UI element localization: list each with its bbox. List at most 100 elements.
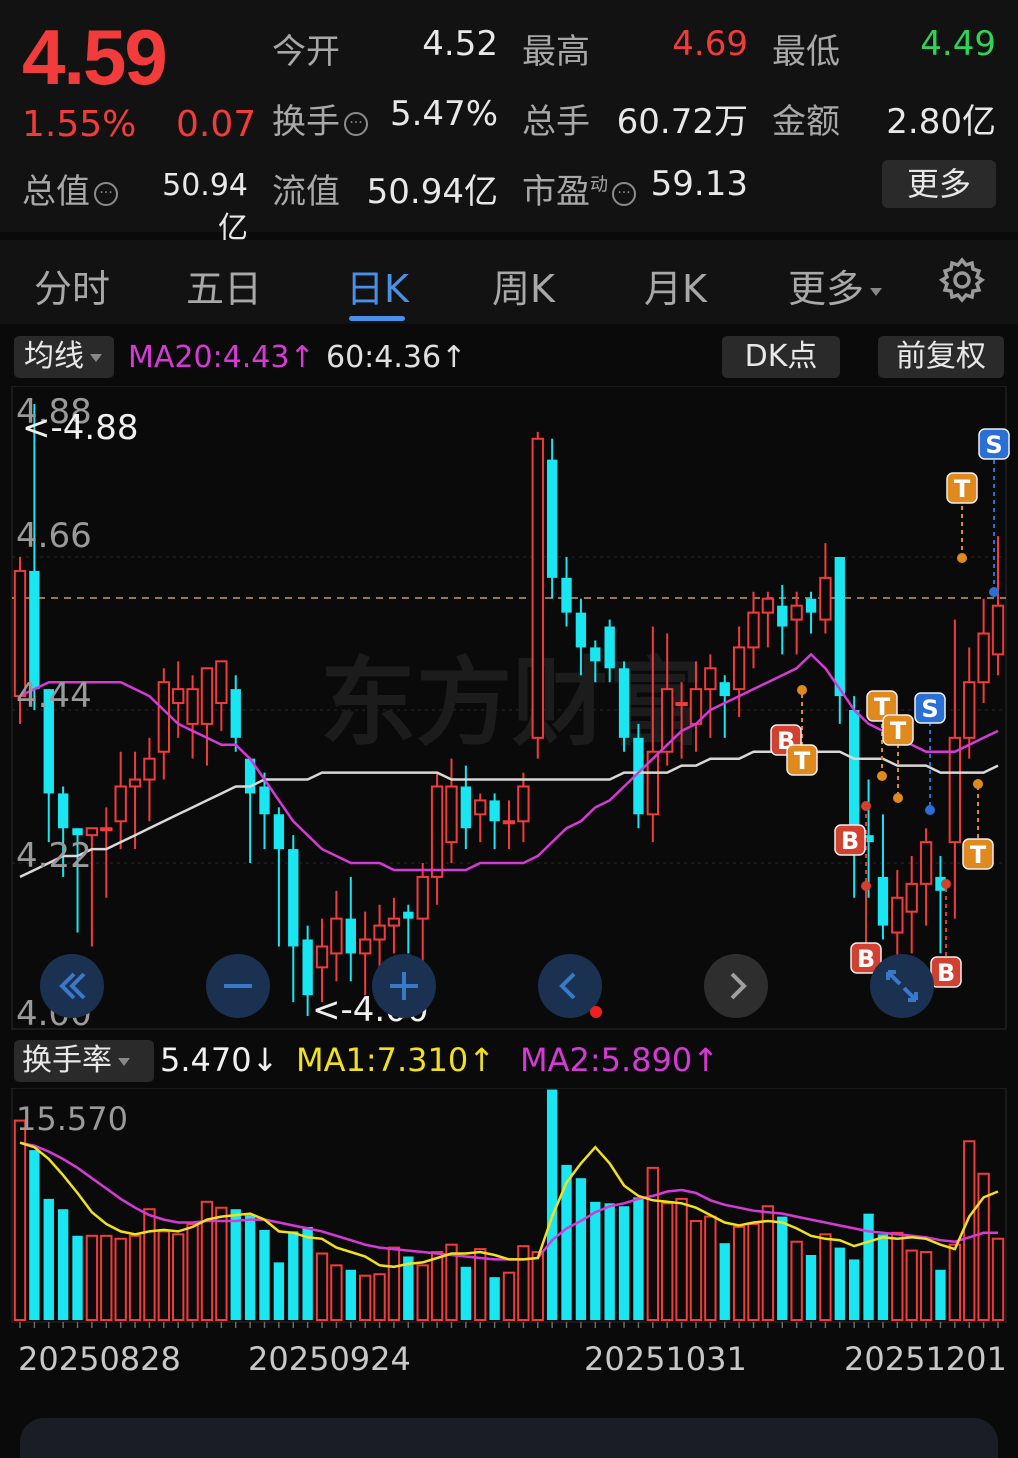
low-value: 4.49 <box>920 24 996 64</box>
turnover-bar <box>172 1233 185 1321</box>
double-left-icon[interactable] <box>40 954 104 1018</box>
volume-value: 60.72万 <box>616 102 748 142</box>
turnover-bar <box>302 1226 313 1320</box>
turnover-bar <box>935 1269 946 1320</box>
turnover-bar <box>403 1256 414 1320</box>
turnover-bar <box>675 1197 688 1321</box>
dk-badge-label: B <box>841 827 859 855</box>
indicator-select[interactable]: 均线 <box>14 336 114 378</box>
turnover-bar <box>661 1202 674 1321</box>
turnover-bar <box>919 1251 933 1321</box>
pe-value: 59.13 <box>650 164 748 204</box>
candle-body <box>172 688 185 705</box>
turnover-label: 换手 ··· <box>272 94 368 143</box>
candle-body <box>445 785 458 844</box>
candle-body <box>302 939 313 996</box>
turnover-bar <box>877 1234 889 1320</box>
fullscreen-icon[interactable] <box>870 954 934 1018</box>
tab-daily-k[interactable]: 日K <box>346 258 409 313</box>
adjust-button[interactable]: 前复权 <box>878 336 1004 378</box>
dk-dot <box>957 553 967 563</box>
candle-body <box>288 849 299 947</box>
change-percent: 1.55% <box>22 104 137 145</box>
turnover-bar <box>732 1225 746 1321</box>
date-label: 20250924 <box>248 1340 411 1378</box>
turnover-bar <box>474 1248 487 1321</box>
change-amount: 0.07 <box>176 104 257 145</box>
turnover-bar <box>215 1206 228 1321</box>
candle-body <box>489 800 500 822</box>
date-label: 20251031 <box>584 1340 747 1378</box>
dk-point-button[interactable]: DK点 <box>722 336 840 378</box>
candle-body <box>590 647 601 662</box>
tab-intraday[interactable]: 分时 <box>34 258 110 313</box>
candle-body <box>330 917 343 955</box>
y-axis-label: 4.22 <box>16 836 92 876</box>
turnover-bar <box>373 1273 386 1321</box>
candle-body <box>919 841 933 885</box>
turnover-bar <box>848 1259 860 1320</box>
candle-body <box>416 875 429 920</box>
turnover-bar <box>186 1222 199 1321</box>
turnover-chart[interactable] <box>0 1088 1018 1336</box>
turnover-bar <box>704 1215 717 1322</box>
candle-body <box>891 896 904 934</box>
watermark: 东方财富 <box>320 647 704 759</box>
turnover-bar <box>531 1251 544 1321</box>
amount-value: 2.80亿 <box>886 102 996 142</box>
candle-body <box>57 793 69 829</box>
right-icon[interactable] <box>704 954 768 1018</box>
high-value: 4.69 <box>672 24 748 64</box>
turnover-bar <box>590 1201 601 1320</box>
tab-weekly-k[interactable]: 周K <box>492 258 555 313</box>
turnover-bar <box>430 1251 444 1321</box>
info-dots-icon[interactable]: ··· <box>94 181 118 206</box>
info-dots-icon[interactable]: ··· <box>344 111 368 136</box>
new-signal-dot <box>590 1006 602 1018</box>
candle-body <box>517 785 530 823</box>
max-price-marker: <-4.88 <box>22 408 139 448</box>
candle-body <box>777 605 788 627</box>
ma2-readout: MA2:5.890↑ <box>520 1041 720 1079</box>
candle-body <box>128 778 142 788</box>
turnover-bar <box>244 1215 256 1320</box>
turnover-bar <box>604 1203 615 1320</box>
candle-body <box>345 918 356 954</box>
sub-indicator-select[interactable]: 换手率 <box>14 1040 154 1082</box>
candle-body <box>273 814 285 850</box>
turnover-bar <box>43 1198 54 1320</box>
tab-monthly-k[interactable]: 月K <box>644 258 707 313</box>
y-axis-label: 4.44 <box>16 676 92 716</box>
candle-body <box>963 681 976 739</box>
turnover-bar <box>502 1271 516 1322</box>
zoom-out-icon[interactable] <box>206 954 270 1018</box>
turnover-bar <box>790 1240 803 1322</box>
candle-body <box>373 924 386 941</box>
candle-body <box>948 736 962 844</box>
candle-body <box>259 786 270 815</box>
more-button[interactable]: 更多 <box>882 160 996 208</box>
candle-body <box>474 799 487 816</box>
turnover-bar <box>358 1274 372 1321</box>
ma1-readout: MA1:7.310↑ <box>296 1041 496 1079</box>
candle-body <box>85 827 99 837</box>
candle-body <box>719 682 730 697</box>
candle-body <box>387 917 401 927</box>
kline-chart[interactable]: 东方财富 BTBTTSB BTTS <box>0 386 1018 1030</box>
candle-body <box>29 570 40 690</box>
candle-body <box>546 459 558 578</box>
float-label: 流值 <box>272 172 340 212</box>
dk-badge-label: T <box>794 747 811 775</box>
candle-body <box>819 576 832 621</box>
current-price: 4.59 <box>22 13 168 101</box>
candle-body <box>200 667 214 725</box>
info-dots-icon[interactable]: ··· <box>612 181 636 206</box>
zoom-in-icon[interactable] <box>372 954 436 1018</box>
tab-five-day[interactable]: 五日 <box>186 258 262 313</box>
candle-body <box>977 632 990 684</box>
turnover-bar <box>963 1140 976 1321</box>
mktcap-label: 总值 ··· <box>22 164 118 213</box>
turnover-bar <box>72 1235 83 1320</box>
gear-icon[interactable] <box>938 256 986 304</box>
tab-more[interactable]: 更多 <box>788 258 883 313</box>
